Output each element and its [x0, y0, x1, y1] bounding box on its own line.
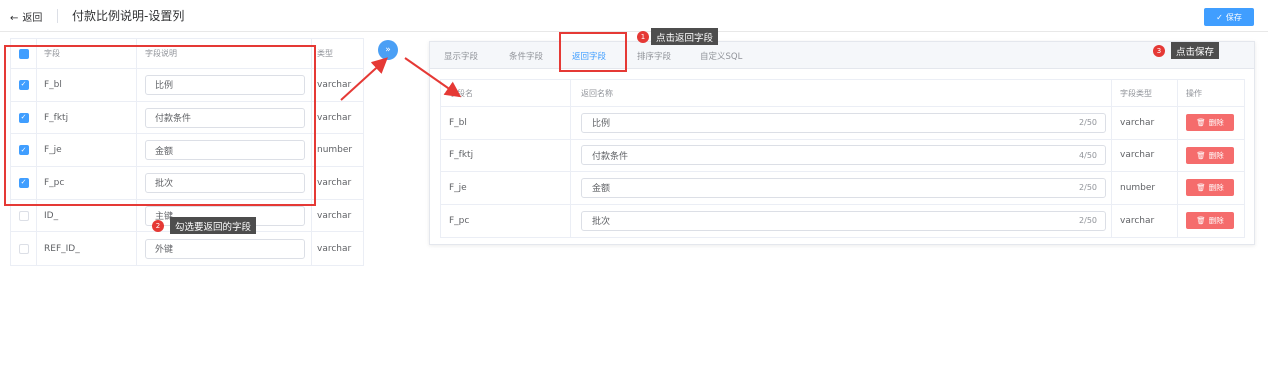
delete-label: 删除	[1208, 118, 1224, 128]
return-field-type: number	[1111, 172, 1177, 204]
row-checkbox[interactable]: ✓	[18, 177, 29, 188]
delete-label: 删除	[1208, 216, 1224, 226]
return-name-input[interactable]: 金额 2/50	[581, 177, 1106, 198]
tooltip-check-return-fields: 勾选要返回的字段	[170, 217, 257, 234]
field-type: varchar	[311, 232, 363, 266]
return-table-row: F_pc 批次 2/50 varchar 🗑 删除	[441, 204, 1244, 237]
tab-custom-sql[interactable]: 自定义SQL	[700, 50, 742, 62]
column-header-field-type: 字段类型	[1111, 80, 1177, 106]
row-checkbox[interactable]: ✓	[18, 145, 29, 156]
header-divider	[57, 9, 58, 23]
field-desc-input[interactable]: 批次	[145, 172, 305, 193]
delete-button[interactable]: 🗑 删除	[1186, 146, 1234, 164]
return-field-type: varchar	[1111, 139, 1177, 171]
column-header-type: 类型	[311, 39, 363, 68]
field-desc-input[interactable]: 金额	[145, 140, 305, 161]
delete-button[interactable]: 🗑 删除	[1186, 179, 1234, 197]
delete-label: 删除	[1208, 183, 1224, 193]
field-table-row: ✓ F_bl 比例 varchar	[11, 69, 363, 102]
back-label: 返回	[22, 13, 43, 24]
return-table-row: F_je 金额 2/50 number 🗑 删除	[441, 172, 1244, 205]
return-field-code: F_je	[449, 182, 467, 193]
tooltip-click-save: 点击保存	[1171, 42, 1220, 59]
back-arrow-icon: ←	[10, 13, 19, 24]
char-counter: 2/50	[1079, 183, 1097, 193]
return-field-table: 字段名 返回名称 字段类型 操作 F_bl 比例 2/50 varchar 🗑 删除 F_f…	[440, 79, 1245, 238]
page-title: 付款比例说明-设置列	[72, 9, 185, 23]
field-code: F_bl	[36, 69, 136, 101]
column-header-field-name: 字段名	[449, 88, 473, 98]
return-table-header: 字段名 返回名称 字段类型 操作	[441, 80, 1244, 107]
row-checkbox[interactable]: ✓	[18, 112, 29, 123]
field-type: varchar	[311, 69, 363, 101]
tab-return-fields[interactable]: 返回字段	[572, 50, 606, 62]
row-checkbox[interactable]	[18, 243, 29, 254]
return-field-type: varchar	[1111, 204, 1177, 237]
tab-display-fields[interactable]: 显示字段	[444, 50, 478, 62]
double-chevron-right-icon: »	[385, 45, 391, 55]
trash-icon: 🗑	[1196, 183, 1206, 193]
trash-icon: 🗑	[1196, 118, 1206, 128]
config-panel: 显示字段 条件字段 返回字段 排序字段 自定义SQL 字段名 返回名称 字段类型…	[429, 41, 1255, 245]
save-label: 保存	[1225, 12, 1242, 22]
char-counter: 2/50	[1079, 118, 1097, 128]
back-button[interactable]: ← 返回	[10, 9, 42, 24]
field-code: F_je	[36, 134, 136, 167]
select-all-checkbox[interactable]	[18, 48, 29, 59]
trash-icon: 🗑	[1196, 216, 1206, 226]
field-code: F_fktj	[36, 101, 136, 134]
step-badge-2: 2	[152, 220, 164, 232]
field-type: varchar	[311, 101, 363, 134]
return-field-code: F_pc	[449, 215, 470, 226]
field-table-row: ✓ F_je 金额 number	[11, 134, 363, 168]
return-name-value: 批次	[592, 217, 611, 228]
return-name-value: 付款条件	[592, 151, 629, 162]
field-type: varchar	[311, 167, 363, 199]
field-desc-input[interactable]: 外键	[145, 238, 305, 259]
step-badge-3: 3	[1153, 45, 1165, 57]
delete-button[interactable]: 🗑 删除	[1186, 212, 1234, 230]
return-name-input[interactable]: 付款条件 4/50	[581, 145, 1106, 166]
save-button[interactable]: ✓ 保存	[1204, 8, 1254, 26]
return-table-row: F_fktj 付款条件 4/50 varchar 🗑 删除	[441, 139, 1244, 172]
return-table-row: F_bl 比例 2/50 varchar 🗑 删除	[441, 107, 1244, 140]
check-icon: ✓	[1216, 12, 1223, 22]
row-checkbox[interactable]	[18, 210, 29, 221]
field-desc-input[interactable]: 付款条件	[145, 107, 305, 128]
trash-icon: 🗑	[1196, 150, 1206, 160]
char-counter: 4/50	[1079, 150, 1097, 160]
tab-bar: 显示字段 条件字段 返回字段 排序字段 自定义SQL	[430, 42, 1254, 69]
move-right-button[interactable]: »	[378, 40, 398, 60]
return-name-input[interactable]: 批次 2/50	[581, 210, 1106, 231]
tab-condition-fields[interactable]: 条件字段	[509, 50, 543, 62]
field-type: varchar	[311, 199, 363, 232]
tooltip-click-return-fields: 点击返回字段	[651, 28, 719, 45]
delete-button[interactable]: 🗑 删除	[1186, 114, 1234, 132]
field-table-row: ✓ F_fktj 付款条件 varchar	[11, 101, 363, 135]
column-header-return-name: 返回名称	[570, 80, 1111, 106]
step-badge-1: 1	[637, 31, 649, 43]
page-header: ← 返回 付款比例说明-设置列 ✓ 保存	[0, 0, 1268, 32]
return-field-type: varchar	[1111, 107, 1177, 139]
return-field-code: F_bl	[449, 117, 467, 128]
return-name-input[interactable]: 比例 2/50	[581, 112, 1106, 133]
field-code: F_pc	[36, 167, 136, 199]
field-code: REF_ID_	[36, 232, 136, 266]
row-checkbox[interactable]: ✓	[18, 79, 29, 90]
delete-label: 删除	[1208, 150, 1224, 160]
field-code: ID_	[36, 199, 136, 232]
column-header-field: 字段	[36, 39, 136, 68]
field-desc-input[interactable]: 比例	[145, 74, 305, 95]
column-header-actions: 操作	[1177, 80, 1244, 106]
return-name-value: 比例	[592, 119, 611, 130]
column-header-desc: 字段说明	[136, 39, 311, 68]
field-table-row: REF_ID_ 外键 varchar	[11, 232, 363, 266]
return-name-value: 金额	[592, 184, 611, 195]
return-field-code: F_fktj	[449, 150, 474, 161]
char-counter: 2/50	[1079, 216, 1097, 226]
field-type: number	[311, 134, 363, 167]
field-table-row: ✓ F_pc 批次 varchar	[11, 167, 363, 200]
field-table-header: 字段 字段说明 类型	[11, 39, 363, 69]
tab-sort-fields[interactable]: 排序字段	[637, 50, 671, 62]
